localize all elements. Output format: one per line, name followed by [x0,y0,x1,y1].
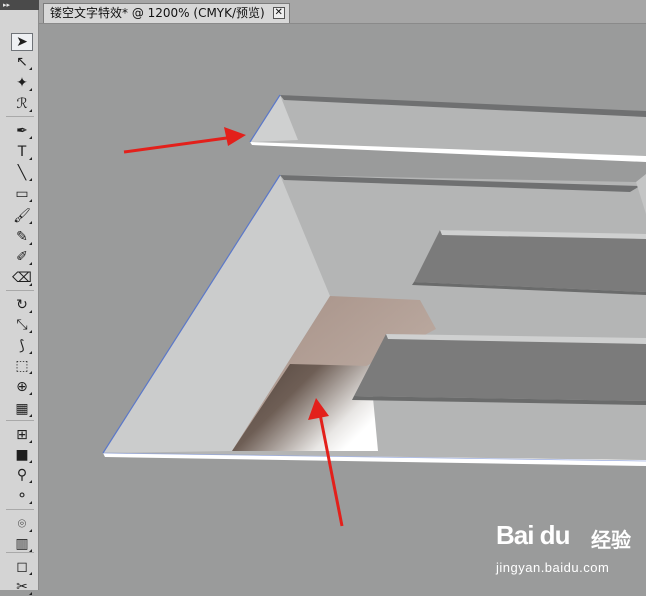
type-tool-button[interactable]: T [11,143,33,161]
magic-wand-tool-icon: ✦ [16,75,28,91]
tool-flyout-indicator [29,88,32,91]
tool-flyout-indicator [29,221,32,224]
tool-flyout-indicator [29,67,32,70]
blob-brush-tool-button[interactable]: ✐ [11,248,33,266]
pencil-tool-button[interactable]: ✎ [11,228,33,246]
column-graph-tool-button[interactable]: ▥ [11,535,33,553]
mesh-tool-icon: ⊞ [16,427,28,443]
warp-tool-button[interactable]: ⟆ [11,337,33,355]
tool-group-divider [6,116,34,117]
close-tab-icon[interactable]: ✕ [272,7,285,19]
tool-flyout-indicator [29,460,32,463]
rectangle-tool-icon: ▭ [15,186,29,202]
artboard-tool-icon: ◻ [16,559,28,575]
tool-flyout-indicator [29,480,32,483]
tool-flyout-indicator [29,136,32,139]
document-tab-bar: 镂空文字特效* @ 1200% (CMYK/预览) ✕ [39,0,646,24]
perspective-grid-tool-button[interactable]: ▦ [11,400,33,418]
baidu-jingyan-watermark: Bai du 经验 jingyan.baidu.com [496,520,636,582]
eyedropper-tool-button[interactable]: ⚲ [11,466,33,484]
tool-flyout-indicator [29,351,32,354]
blob-brush-tool-icon: ✐ [16,249,28,265]
slice-tool-button[interactable]: ✂ [11,578,33,596]
eraser-tool-button[interactable]: ⌫ [11,269,33,287]
free-transform-tool-icon: ⬚ [15,358,29,374]
document-tab-title: 镂空文字特效* @ 1200% (CMYK/预览) [50,6,265,20]
artboard-tool-button[interactable]: ◻ [11,558,33,576]
lasso-tool-icon: ℛ [16,96,28,112]
tool-flyout-indicator [29,572,32,575]
rectangle-tool-button[interactable]: ▭ [11,185,33,203]
paintbrush-tool-button[interactable]: 🖌 [11,207,33,225]
tools-panel-grip[interactable]: ▸▸ [0,0,39,10]
mesh-tool-button[interactable]: ⊞ [11,426,33,444]
tool-flyout-indicator [29,392,32,395]
tool-flyout-indicator [29,283,32,286]
pen-tool-icon: ✒ [16,123,28,139]
symbol-sprayer-tool-icon: ⌾ [17,516,27,532]
scale-tool-icon: ⤡ [16,317,28,333]
tool-flyout-indicator [29,310,32,313]
tool-flyout-indicator [29,371,32,374]
line-segment-tool-icon: ╲ [17,165,27,181]
tool-flyout-indicator [29,199,32,202]
line-segment-tool-button[interactable]: ╲ [11,164,33,182]
symbol-sprayer-tool-button[interactable]: ⌾ [11,515,33,533]
tool-flyout-indicator [29,592,32,595]
scale-tool-button[interactable]: ⤡ [11,316,33,334]
shape-builder-tool-icon: ⊕ [16,379,28,395]
direct-selection-tool-button[interactable]: ↖ [11,53,33,71]
annotation-arrow-upper [123,127,246,154]
tool-flyout-indicator [29,109,32,112]
pen-tool-button[interactable]: ✒ [11,122,33,140]
pencil-tool-icon: ✎ [16,229,28,245]
baidu-logo: Bai du [496,520,570,550]
slice-tool-icon: ✂ [16,579,28,595]
lower-slot-shape [102,174,646,466]
perspective-grid-tool-icon: ▦ [15,401,29,417]
direct-selection-tool-icon: ↖ [16,54,28,70]
shape-builder-tool-button[interactable]: ⊕ [11,378,33,396]
tool-flyout-indicator [29,262,32,265]
tool-group-divider [6,290,34,291]
free-transform-tool-button[interactable]: ⬚ [11,357,33,375]
tool-group-divider [6,509,34,510]
rotate-tool-button[interactable]: ↻ [11,296,33,314]
upper-slot-shape [249,94,646,162]
tool-group-divider [6,420,34,421]
warp-tool-icon: ⟆ [19,338,25,354]
blend-tool-button[interactable]: ⚬ [11,487,33,505]
tool-flyout-indicator [29,242,32,245]
column-graph-tool-icon: ▥ [15,536,29,552]
blend-tool-icon: ⚬ [16,488,28,504]
watermark-url: jingyan.baidu.com [496,560,610,575]
tool-group-divider [6,552,34,553]
tool-flyout-indicator [29,414,32,417]
jingyan-brand: 经验 [591,528,631,552]
tool-flyout-indicator [29,330,32,333]
tool-flyout-indicator [29,178,32,181]
selection-tool-icon: ➤ [16,34,28,50]
tools-panel: ▸▸ ➤ ↖ ✦ ℛ ✒ T ╲ ▭ 🖌 ✎ ✐ ⌫ ↻ ⤡ ⟆ ⬚ ⊕ ▦ ⊞ ■ ⚲ ⚬ ⌾ ▥ ◻ ✂ [0,0,39,595]
tool-flyout-indicator [29,157,32,160]
tool-flyout-indicator [29,529,32,532]
eyedropper-tool-icon: ⚲ [16,467,28,483]
magic-wand-tool-button[interactable]: ✦ [11,74,33,92]
tool-flyout-indicator [29,440,32,443]
gradient-tool-icon: ■ [15,447,29,463]
tool-flyout-indicator [29,501,32,504]
lasso-tool-button[interactable]: ℛ [11,95,33,113]
gradient-tool-button[interactable]: ■ [11,446,33,464]
artboard-canvas[interactable] [40,24,646,590]
document-tab[interactable]: 镂空文字特效* @ 1200% (CMYK/预览) ✕ [43,3,290,23]
type-tool-icon: T [17,144,27,160]
rotate-tool-icon: ↻ [16,297,28,313]
selection-tool-button[interactable]: ➤ [11,33,33,51]
